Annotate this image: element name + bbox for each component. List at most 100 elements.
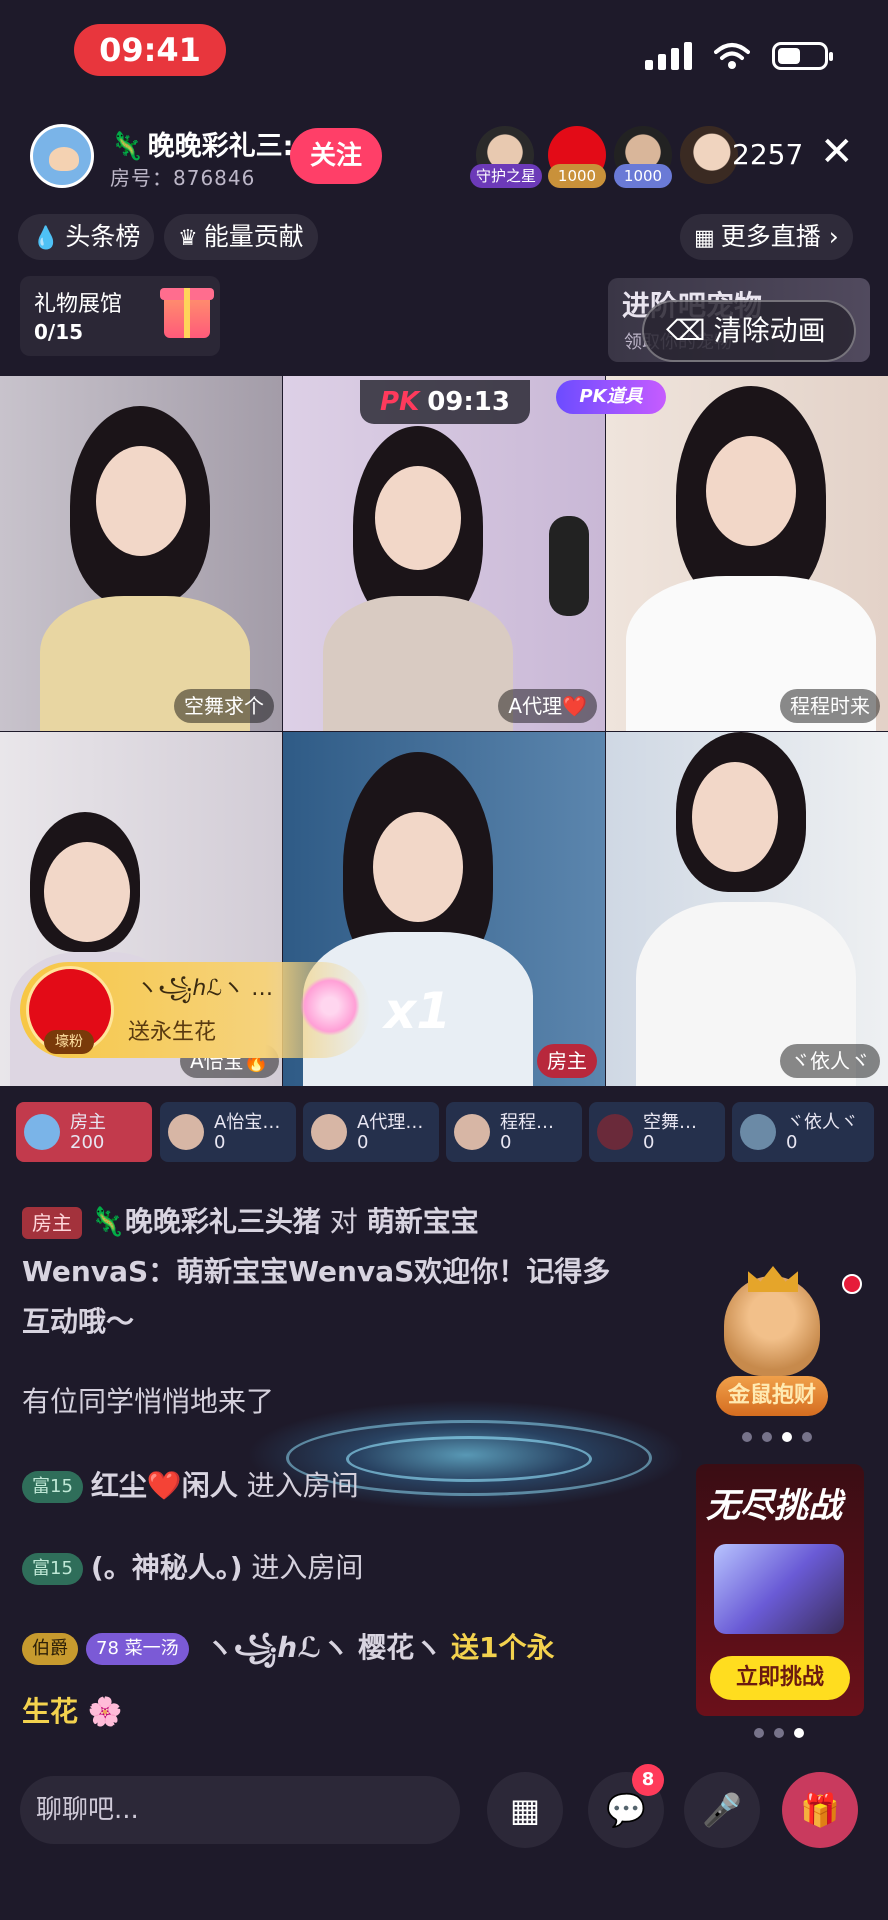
chat-gift-message: 伯爵 78 菜一汤 ヽ꧁ℎℒヽ 樱花ヽ 送1个永 bbox=[22, 1626, 662, 1670]
avatar bbox=[24, 1114, 60, 1150]
chat-user[interactable]: (。神秘人。) bbox=[91, 1551, 243, 1584]
noble-badge: 伯爵 bbox=[22, 1633, 78, 1665]
apps-grid-button[interactable]: ▦ bbox=[487, 1772, 563, 1848]
fans-club-name: 菜一汤 bbox=[124, 1638, 179, 1659]
score-guest-2[interactable]: A代理… 0 bbox=[303, 1102, 439, 1162]
wealth-badge: 富15 bbox=[22, 1471, 83, 1503]
chat-message-1: 房主 🦎晚晚彩礼三头猪 对 萌新宝宝 bbox=[22, 1200, 479, 1244]
message-icon: 💬 bbox=[606, 1791, 646, 1829]
tile-label-1: 空舞求个 bbox=[174, 689, 274, 723]
score-value: 0 bbox=[214, 1132, 226, 1153]
clear-animation-button[interactable]: ⌫ 清除动画 bbox=[642, 300, 856, 362]
fans-level-badge: 78 菜一汤 bbox=[86, 1633, 189, 1665]
chat-user[interactable]: WenvaS bbox=[22, 1255, 148, 1288]
chevron-right-icon: › bbox=[820, 222, 839, 251]
score-guest-1[interactable]: A怡宝… 0 bbox=[160, 1102, 296, 1162]
status-icons bbox=[645, 40, 833, 70]
message-count-badge: 8 bbox=[632, 1764, 664, 1796]
tile-label-6: ヾ依人ヾ bbox=[780, 1044, 880, 1078]
droplet-icon: 💧 bbox=[32, 226, 60, 251]
headline-ranking-button[interactable]: 💧 头条榜 bbox=[18, 214, 155, 260]
tile-label-5: 房主 bbox=[537, 1044, 597, 1078]
video-tile-1[interactable]: 空舞求个 bbox=[0, 376, 282, 731]
challenge-title: 无尽挑战 bbox=[706, 1486, 842, 1526]
chat-message-2-cont: 互动哦～ bbox=[22, 1305, 135, 1338]
treasure-chest-icon bbox=[714, 1544, 844, 1634]
status-time: 09:41 bbox=[74, 24, 226, 76]
pk-time: 09:13 bbox=[427, 387, 510, 417]
carousel-dots-2 bbox=[754, 1728, 804, 1738]
video-tile-6[interactable]: ヾ依人ヾ bbox=[606, 732, 888, 1086]
chat-text: 进入房间 bbox=[251, 1551, 364, 1584]
host-name[interactable]: 🦎 晚晚彩礼三: bbox=[110, 124, 293, 163]
microphone-icon bbox=[549, 516, 589, 616]
guard-tag-3: 1000 bbox=[614, 164, 672, 188]
score-name: 程程… bbox=[500, 1112, 554, 1133]
viewer-avatar[interactable] bbox=[680, 126, 738, 184]
fans-level: 78 bbox=[96, 1638, 119, 1659]
chat-message-2: WenvaS：萌新宝宝WenvaS欢迎你！记得多 bbox=[22, 1250, 610, 1294]
avatar bbox=[597, 1114, 633, 1150]
score-value: 0 bbox=[500, 1132, 512, 1153]
owner-badge: 房主 bbox=[22, 1207, 82, 1239]
chat-text: 对 bbox=[329, 1205, 358, 1238]
carousel-dots bbox=[742, 1432, 812, 1442]
chat-system-notice: 有位同学悄悄地来了 bbox=[22, 1385, 275, 1418]
chat-gift-message-cont: 生花 🌸 bbox=[22, 1690, 123, 1734]
gift-icon: 🎁 bbox=[800, 1791, 840, 1829]
host-avatar[interactable] bbox=[30, 124, 94, 188]
endless-challenge-card[interactable]: 无尽挑战 立即挑战 bbox=[696, 1464, 864, 1716]
microphone-icon: 🎤 bbox=[702, 1791, 742, 1829]
avatar bbox=[740, 1114, 776, 1150]
golden-mouse-button[interactable]: 金鼠抱财 bbox=[716, 1376, 828, 1416]
chat-user[interactable]: 红尘❤️闲人 bbox=[91, 1469, 238, 1502]
gift-hall[interactable]: 礼物展馆 0/15 bbox=[20, 276, 220, 356]
gift-count: x1 bbox=[384, 982, 452, 1040]
score-name: A怡宝… bbox=[214, 1112, 281, 1133]
wifi-icon bbox=[714, 43, 750, 69]
pk-tools-button[interactable]: PK道具 bbox=[556, 380, 666, 414]
score-value: 0 bbox=[643, 1132, 655, 1153]
chat-user[interactable]: 晚晚彩礼三头猪 bbox=[125, 1205, 321, 1238]
guard-tag-star: 守护之星 bbox=[470, 164, 542, 188]
grid-icon: ▦ bbox=[694, 226, 715, 251]
energy-contribution-button[interactable]: ♛ 能量贡献 bbox=[164, 214, 318, 260]
gift-box-icon bbox=[160, 288, 214, 338]
score-name: 房主 bbox=[70, 1112, 106, 1133]
tile-label-2: A代理❤️ bbox=[498, 689, 597, 723]
chat-user[interactable]: 萌新宝宝 bbox=[367, 1205, 479, 1238]
more-live-button[interactable]: ▦ 更多直播 › bbox=[680, 214, 853, 260]
room-number: 房号：876846 bbox=[110, 166, 256, 190]
tile-label-3: 程程时来 bbox=[780, 689, 880, 723]
gift-action: 送永生花 bbox=[128, 1020, 217, 1045]
gift-button[interactable]: 🎁 bbox=[782, 1772, 858, 1848]
chat-input[interactable]: 聊聊吧... bbox=[20, 1776, 460, 1844]
chat-user[interactable]: 樱花ヽ bbox=[358, 1631, 442, 1664]
score-name: ヾ依人ヾ bbox=[786, 1112, 858, 1133]
score-guest-3[interactable]: 程程… 0 bbox=[446, 1102, 582, 1162]
crown-icon bbox=[748, 1266, 798, 1292]
score-host[interactable]: 房主 200 bbox=[16, 1102, 152, 1162]
guard-tag-2: 1000 bbox=[548, 164, 606, 188]
score-value: 0 bbox=[786, 1132, 798, 1153]
flower-icon bbox=[300, 976, 360, 1036]
video-tile-3[interactable]: 程程时来 bbox=[606, 376, 888, 731]
chat-enter-1: 富15 红尘❤️闲人 进入房间 bbox=[22, 1464, 359, 1508]
lizard-icon: 🦎 bbox=[90, 1205, 125, 1238]
challenge-button[interactable]: 立即挑战 bbox=[710, 1656, 850, 1700]
chat-text: 送1个永 bbox=[451, 1631, 555, 1664]
follow-button[interactable]: 关注 bbox=[290, 128, 382, 184]
crown-icon: ♛ bbox=[178, 226, 198, 251]
close-icon[interactable]: ✕ bbox=[820, 130, 854, 174]
score-guest-5[interactable]: ヾ依人ヾ 0 bbox=[732, 1102, 874, 1162]
eraser-icon: ⌫ bbox=[666, 314, 706, 347]
pk-logo: PK bbox=[380, 387, 420, 417]
lizard-icon: 🦎 bbox=[110, 131, 144, 162]
chat-user[interactable]: ヽ꧁ℎℒヽ bbox=[206, 1631, 350, 1664]
battery-icon bbox=[772, 42, 833, 70]
pk-score-row: 房主 200 A怡宝… 0 A代理… 0 程程… 0 空舞… 0 ヾ依人ヾ 0 bbox=[16, 1102, 876, 1164]
viewer-count[interactable]: 2257 bbox=[732, 138, 803, 171]
mic-button[interactable]: 🎤 bbox=[684, 1772, 760, 1848]
score-guest-4[interactable]: 空舞… 0 bbox=[589, 1102, 725, 1162]
video-tile-2[interactable]: A代理❤️ bbox=[283, 376, 605, 731]
